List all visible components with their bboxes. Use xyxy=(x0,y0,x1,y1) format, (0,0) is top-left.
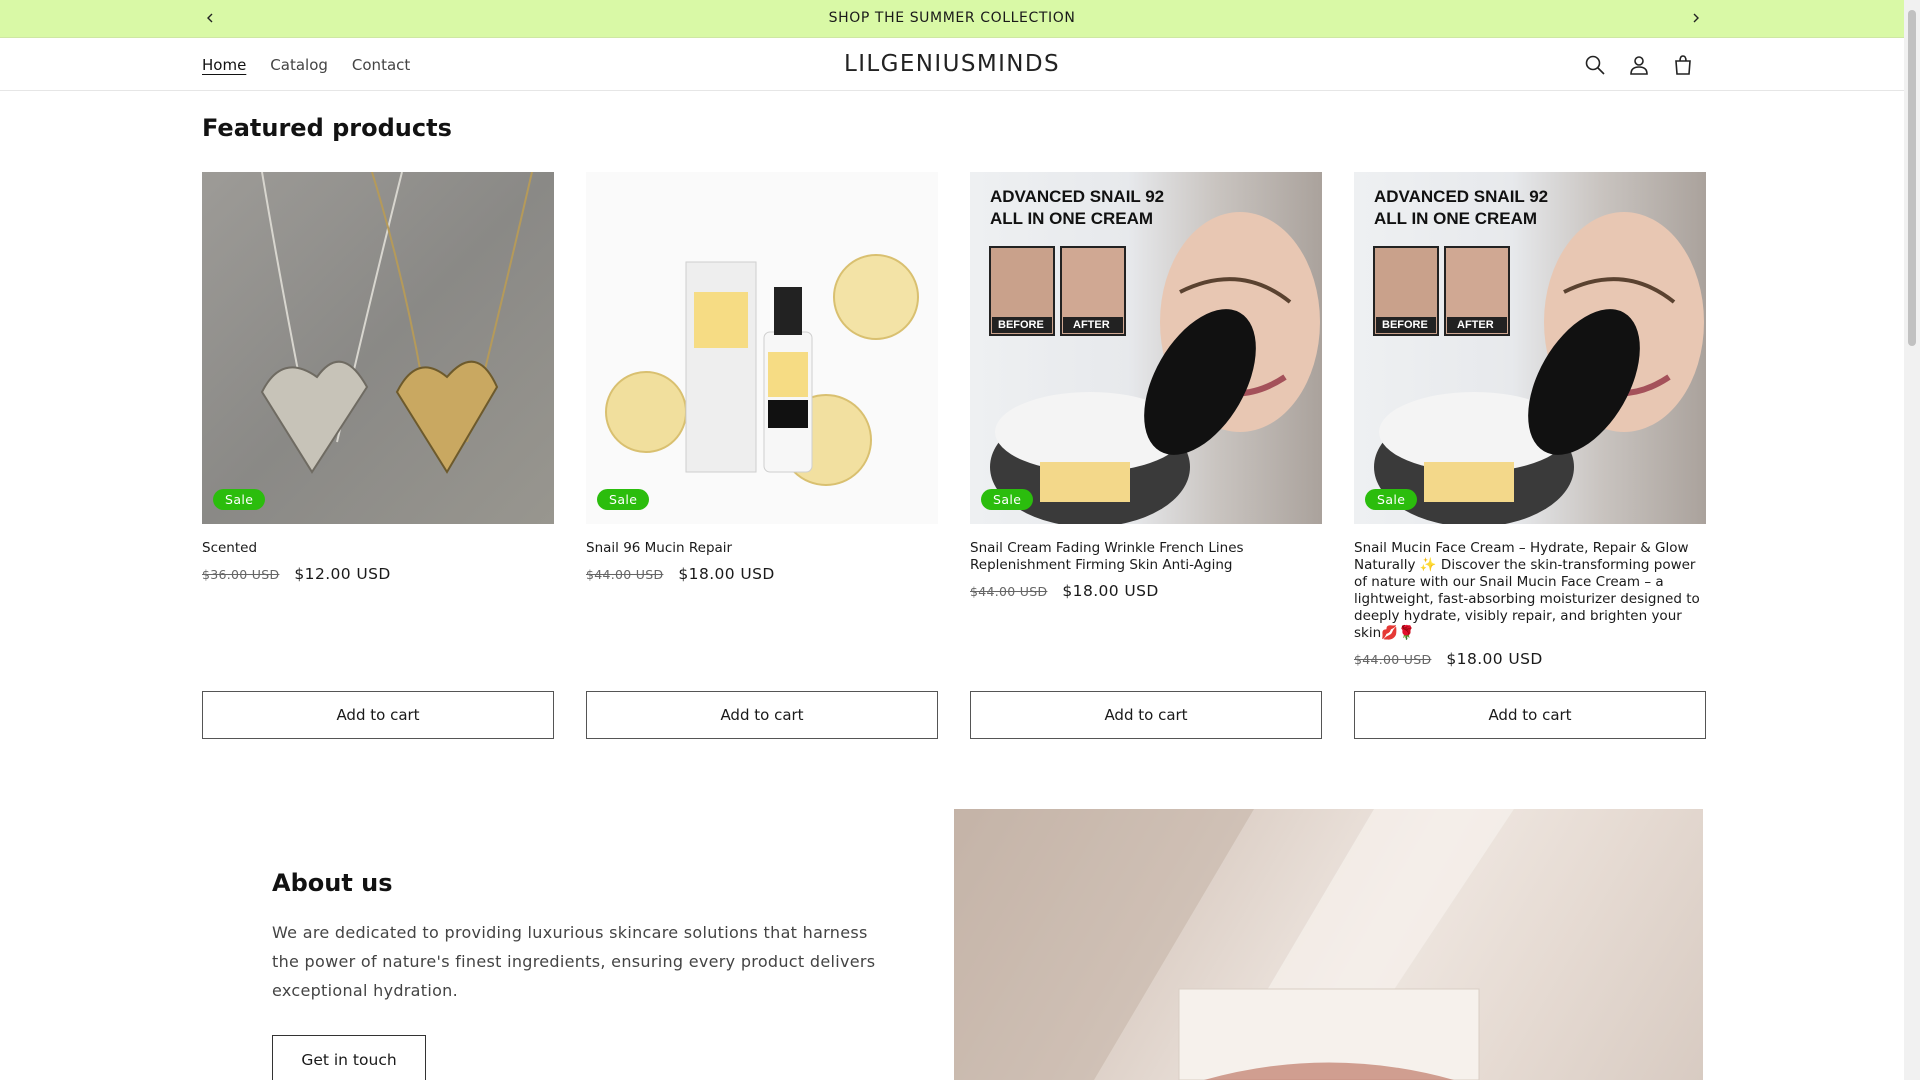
product-grid: Sale Scented $36.00 USD $12.00 USD Add t… xyxy=(202,172,1706,742)
search-icon[interactable] xyxy=(1582,52,1608,78)
image-headline: ADVANCED SNAIL 92 ALL IN ONE CREAM xyxy=(990,187,1165,228)
get-in-touch-button[interactable]: Get in touch xyxy=(272,1035,426,1080)
chevron-right-icon[interactable] xyxy=(1686,8,1706,28)
announcement-text: SHOP THE SUMMER COLLECTION xyxy=(828,10,1076,26)
product-title[interactable]: Snail Mucin Face Cream – Hydrate, Repair… xyxy=(1354,540,1706,642)
product-image[interactable]: ADVANCED SNAIL 92 ALL IN ONE CREAM BEFOR… xyxy=(970,172,1322,524)
about-text: We are dedicated to providing luxurious … xyxy=(272,923,876,1000)
regular-price: $44.00 USD xyxy=(1354,652,1432,667)
product-image[interactable] xyxy=(586,172,938,524)
product-image[interactable] xyxy=(202,172,554,524)
product-price: $44.00 USD $18.00 USD xyxy=(1354,650,1706,668)
product-card[interactable]: Sale Snail 96 Mucin Repair $44.00 USD $1… xyxy=(586,172,938,742)
sale-badge: Sale xyxy=(213,489,266,510)
add-to-cart-button[interactable]: Add to cart xyxy=(586,691,938,739)
regular-price: $36.00 USD xyxy=(202,567,280,582)
before-label: BEFORE xyxy=(998,319,1044,331)
regular-price: $44.00 USD xyxy=(586,567,664,582)
product-card[interactable]: ADVANCED SNAIL 92 ALL IN ONE CREAM BEFOR… xyxy=(970,172,1322,742)
announcement-bar: SHOP THE SUMMER COLLECTION xyxy=(0,0,1904,38)
about-title: About us xyxy=(272,869,393,897)
sale-price: $12.00 USD xyxy=(294,565,391,583)
sale-badge: Sale xyxy=(981,489,1034,510)
site-header: Home Catalog Contact LILGENIUSMINDS xyxy=(0,39,1904,91)
product-card[interactable]: ADVANCED SNAIL 92 ALL IN ONE CREAM BEFOR… xyxy=(1354,172,1706,742)
page-scrollbar[interactable] xyxy=(1904,0,1920,1080)
sale-price: $18.00 USD xyxy=(678,565,775,583)
before-label: BEFORE xyxy=(1382,319,1428,331)
regular-price: $44.00 USD xyxy=(970,584,1048,599)
after-label: AFTER xyxy=(1457,319,1494,331)
header-icons xyxy=(1582,52,1696,78)
cart-icon[interactable] xyxy=(1670,52,1696,78)
add-to-cart-button[interactable]: Add to cart xyxy=(970,691,1322,739)
scrollbar-thumb[interactable] xyxy=(1908,10,1916,346)
product-price: $44.00 USD $18.00 USD xyxy=(970,582,1322,600)
product-price: $44.00 USD $18.00 USD xyxy=(586,565,938,583)
sale-price: $18.00 USD xyxy=(1446,650,1543,668)
after-label: AFTER xyxy=(1073,319,1110,331)
sale-badge: Sale xyxy=(1365,489,1418,510)
product-title[interactable]: Snail Cream Fading Wrinkle French Lines … xyxy=(970,540,1322,574)
featured-products-title: Featured products xyxy=(202,114,452,142)
image-headline: ADVANCED SNAIL 92 ALL IN ONE CREAM xyxy=(1374,187,1549,228)
sale-price: $18.00 USD xyxy=(1062,582,1159,600)
product-title[interactable]: Scented xyxy=(202,540,554,557)
product-image[interactable]: ADVANCED SNAIL 92 ALL IN ONE CREAM BEFOR… xyxy=(1354,172,1706,524)
about-image xyxy=(954,809,1703,1080)
add-to-cart-button[interactable]: Add to cart xyxy=(202,691,554,739)
sale-badge: Sale xyxy=(597,489,650,510)
product-price: $36.00 USD $12.00 USD xyxy=(202,565,554,583)
account-icon[interactable] xyxy=(1626,52,1652,78)
product-card[interactable]: Sale Scented $36.00 USD $12.00 USD Add t… xyxy=(202,172,554,742)
product-title[interactable]: Snail 96 Mucin Repair xyxy=(586,540,938,557)
add-to-cart-button[interactable]: Add to cart xyxy=(1354,691,1706,739)
